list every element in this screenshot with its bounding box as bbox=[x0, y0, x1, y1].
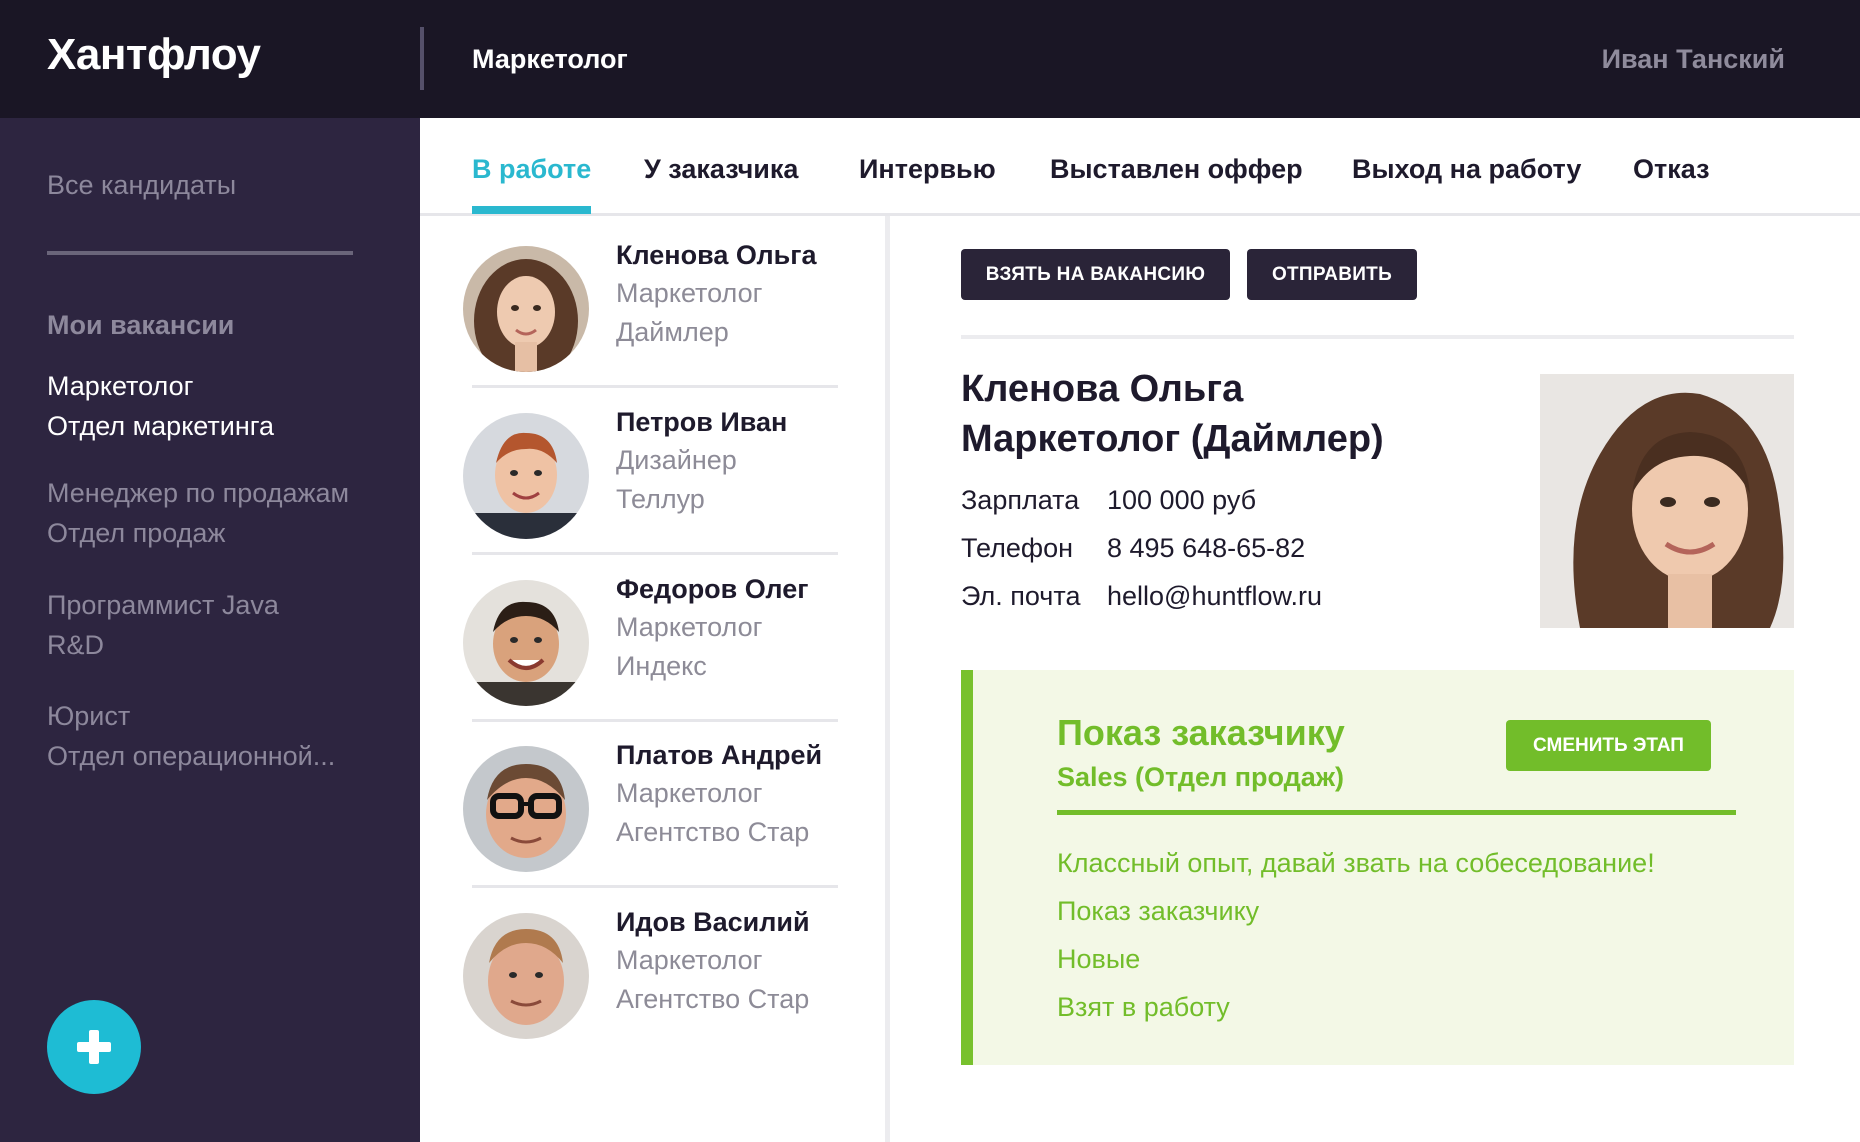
candidate-list-item[interactable]: Петров Иван Дизайнер Теллур bbox=[463, 407, 838, 573]
candidate-detail-position: Маркетолог (Даймлер) bbox=[961, 418, 1384, 460]
take-to-vacancy-button[interactable]: ВЗЯТЬ НА ВАКАНСИЮ bbox=[961, 249, 1230, 300]
sidebar: Все кандидаты Мои вакансии Маркетолог От… bbox=[0, 118, 420, 1142]
user-menu[interactable]: Иван Танский bbox=[1602, 44, 1785, 75]
candidate-list-item[interactable]: Идов Василий Маркетолог Агентство Стар bbox=[463, 907, 838, 1073]
candidate-avatar bbox=[463, 580, 589, 706]
detail-divider bbox=[961, 335, 1794, 339]
salary-label: Зарплата bbox=[961, 485, 1080, 515]
tab-start-work[interactable]: Выход на работу bbox=[1352, 154, 1581, 185]
sidebar-vacancy-department: Отдел маркетинга bbox=[47, 411, 275, 441]
candidate-name: Федоров Олег bbox=[616, 574, 809, 604]
active-tab-indicator bbox=[472, 206, 591, 214]
change-stage-button[interactable]: СМЕНИТЬ ЭТАП bbox=[1506, 720, 1711, 771]
candidate-name: Кленова Ольга bbox=[616, 240, 817, 270]
sidebar-vacancy-item[interactable]: Программист Java R&D bbox=[47, 585, 279, 665]
candidate-name: Идов Василий bbox=[616, 907, 810, 937]
sidebar-vacancy-title: Менеджер по продажам bbox=[47, 478, 350, 508]
sidebar-vacancy-title: Маркетолог bbox=[47, 371, 194, 401]
candidate-company: Агентство Стар bbox=[616, 984, 810, 1014]
current-vacancy-title: Маркетолог bbox=[472, 44, 628, 74]
email-value[interactable]: hello@huntflow.ru bbox=[1107, 581, 1322, 612]
candidate-separator bbox=[472, 719, 838, 722]
sidebar-vacancy-department: R&D bbox=[47, 630, 105, 660]
candidate-list-item[interactable]: Кленова Ольга Маркетолог Даймлер bbox=[463, 240, 838, 406]
candidate-name: Платов Андрей bbox=[616, 740, 823, 770]
candidate-company: Агентство Стар bbox=[616, 817, 810, 847]
candidate-list-item[interactable]: Федоров Олег Маркетолог Индекс bbox=[463, 574, 838, 740]
stage-history-item[interactable]: Взят в работу bbox=[1057, 992, 1230, 1023]
list-divider bbox=[885, 216, 890, 1142]
stage-title: Показ заказчику bbox=[1057, 712, 1345, 753]
tab-in-progress[interactable]: В работе bbox=[472, 154, 591, 185]
plus-icon bbox=[77, 1030, 111, 1064]
candidate-role: Маркетолог bbox=[616, 778, 763, 808]
phone-label: Телефон bbox=[961, 533, 1074, 563]
stage-divider bbox=[1057, 810, 1736, 815]
header-divider bbox=[420, 27, 424, 90]
candidate-separator bbox=[472, 385, 838, 388]
app-logo[interactable]: Хантфлоу bbox=[47, 30, 261, 80]
candidate-role: Маркетолог bbox=[616, 278, 763, 308]
candidate-avatar bbox=[463, 746, 589, 872]
candidate-photo bbox=[1540, 374, 1794, 628]
candidate-company: Теллур bbox=[616, 484, 705, 514]
candidate-avatar bbox=[463, 413, 589, 539]
sidebar-vacancy-department: Отдел операционной... bbox=[47, 741, 336, 771]
tab-at-client[interactable]: У заказчика bbox=[644, 154, 798, 185]
sidebar-all-candidates-link[interactable]: Все кандидаты bbox=[47, 170, 236, 201]
candidate-list-item[interactable]: Платов Андрей Маркетолог Агентство Стар bbox=[463, 740, 838, 906]
sidebar-vacancy-department: Отдел продаж bbox=[47, 518, 226, 548]
sidebar-vacancy-title: Юрист bbox=[47, 701, 131, 731]
sidebar-vacancy-item[interactable]: Маркетолог Отдел маркетинга bbox=[47, 366, 274, 446]
tab-offer[interactable]: Выставлен оффер bbox=[1050, 154, 1303, 185]
stage-history-item[interactable]: Классный опыт, давай звать на собеседова… bbox=[1057, 848, 1655, 879]
candidate-separator bbox=[472, 885, 838, 888]
candidate-separator bbox=[472, 552, 838, 555]
sidebar-vacancy-title: Программист Java bbox=[47, 590, 279, 620]
sidebar-divider bbox=[47, 251, 353, 255]
top-bar: Хантфлоу Маркетолог Иван Танский bbox=[0, 0, 1860, 118]
stage-subtitle: Sales (Отдел продаж) bbox=[1057, 762, 1344, 792]
add-button[interactable] bbox=[47, 1000, 141, 1094]
stage-tabs: В работе У заказчика Интервью Выставлен … bbox=[420, 118, 1860, 216]
candidate-role: Маркетолог bbox=[616, 945, 763, 975]
candidate-avatar bbox=[463, 913, 589, 1039]
stage-panel: Показ заказчику Sales (Отдел продаж) СМЕ… bbox=[961, 670, 1794, 1065]
send-button[interactable]: ОТПРАВИТЬ bbox=[1247, 249, 1417, 300]
candidate-role: Маркетолог bbox=[616, 612, 763, 642]
tab-rejected[interactable]: Отказ bbox=[1633, 154, 1710, 185]
sidebar-vacancy-item[interactable]: Юрист Отдел операционной... bbox=[47, 696, 335, 776]
candidate-avatar bbox=[463, 246, 589, 372]
tab-interview[interactable]: Интервью bbox=[859, 154, 996, 185]
my-vacancies-heading: Мои вакансии bbox=[47, 310, 235, 340]
candidate-company: Даймлер bbox=[616, 317, 729, 347]
email-label: Эл. почта bbox=[961, 581, 1081, 611]
candidate-role: Дизайнер bbox=[616, 445, 737, 475]
stage-history-item[interactable]: Новые bbox=[1057, 944, 1140, 975]
salary-value: 100 000 руб bbox=[1107, 485, 1257, 515]
candidate-company: Индекс bbox=[616, 651, 707, 681]
candidate-name: Петров Иван bbox=[616, 407, 788, 437]
candidate-detail-name: Кленова Ольга bbox=[961, 368, 1244, 410]
sidebar-vacancy-item[interactable]: Менеджер по продажам Отдел продаж bbox=[47, 473, 349, 553]
phone-value[interactable]: 8 495 648-65-82 bbox=[1107, 533, 1305, 564]
stage-history-item[interactable]: Показ заказчику bbox=[1057, 896, 1259, 927]
